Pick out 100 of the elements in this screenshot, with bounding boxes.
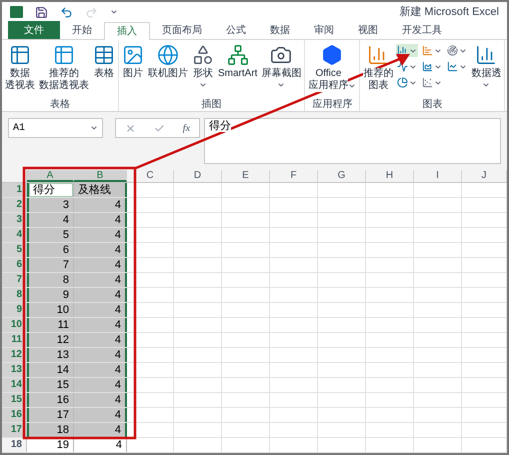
name-box[interactable]: A1 <box>8 118 103 138</box>
chart-type-button[interactable] <box>446 44 468 57</box>
undo-icon[interactable] <box>60 6 73 18</box>
ribbon-tab[interactable]: 页面布局 <box>150 21 214 39</box>
table-cell[interactable]: 4 <box>74 378 127 392</box>
column-header[interactable]: I <box>414 170 462 182</box>
ribbon-button[interactable]: 屏幕截图 <box>260 40 302 89</box>
column-header[interactable]: A <box>27 170 74 182</box>
ribbon-label: 表格 <box>94 68 114 80</box>
chart-type-button[interactable] <box>396 60 418 73</box>
ribbon-label: Office 应用程序 <box>308 68 348 92</box>
ribbon-button[interactable]: 数据 透视表 <box>4 40 36 92</box>
ribbon-tab[interactable]: 审阅 <box>302 21 346 39</box>
table-cell[interactable]: 4 <box>74 423 127 437</box>
ribbon-button[interactable]: 表格 <box>92 40 116 80</box>
ribbon-tab[interactable]: 开发工具 <box>390 21 454 39</box>
group-label: 插图 <box>200 98 223 111</box>
column-header[interactable]: H <box>366 170 414 182</box>
table-cell[interactable]: 5 <box>27 228 74 242</box>
table-cell[interactable]: 17 <box>27 408 74 422</box>
table-cell[interactable]: 4 <box>74 348 127 362</box>
table-cell[interactable]: 及格线 <box>74 183 127 197</box>
pie-chart-icon <box>397 76 408 89</box>
table-cell[interactable]: 18 <box>27 423 74 437</box>
ribbon-button[interactable]: 数据透 <box>470 40 502 89</box>
radar-chart-icon <box>446 44 458 57</box>
table-cell[interactable]: 11 <box>27 318 74 332</box>
table-cell[interactable]: 4 <box>74 333 127 347</box>
group-label: 图表 <box>421 98 444 111</box>
pivot-table-icon <box>9 44 31 66</box>
ribbon-tab[interactable]: 开始 <box>60 21 104 39</box>
chart-type-button[interactable] <box>396 76 418 89</box>
ribbon-button[interactable]: Office 应用程序 <box>307 40 358 92</box>
bar-chart-icon <box>422 44 434 57</box>
column-header[interactable]: C <box>127 170 174 182</box>
row-header[interactable]: 18 <box>2 438 27 452</box>
table-cell[interactable]: 15 <box>27 378 74 392</box>
table-cell[interactable]: 8 <box>27 273 74 287</box>
table-cell[interactable]: 3 <box>27 198 74 212</box>
ribbon-tab[interactable]: 视图 <box>346 21 390 39</box>
table-cell[interactable]: 4 <box>74 228 127 242</box>
column-header[interactable]: G <box>318 170 366 182</box>
window-title: 新建 Microsoft Excel <box>399 4 499 20</box>
ribbon-button[interactable]: SmartArt <box>217 40 258 80</box>
ribbon-label: 屏幕截图 <box>261 68 302 80</box>
ribbon-button[interactable]: 联机图片 <box>147 40 189 80</box>
table-cell[interactable]: 6 <box>27 243 74 257</box>
table-icon <box>93 44 115 66</box>
table-cell[interactable]: 4 <box>27 213 74 227</box>
caret-icon <box>90 124 98 132</box>
chart-type-button[interactable] <box>446 60 468 73</box>
table-cell[interactable]: 4 <box>74 408 127 422</box>
save-icon[interactable] <box>35 6 48 18</box>
cancel-icon[interactable] <box>124 122 136 134</box>
table-cell[interactable]: 得分 <box>27 183 74 197</box>
ribbon-tab[interactable]: 插入 <box>104 22 150 40</box>
ribbon-button[interactable]: 形状 <box>191 40 215 89</box>
table-cell[interactable]: 4 <box>74 213 127 227</box>
table-cell[interactable]: 16 <box>27 393 74 407</box>
table-cell[interactable]: 4 <box>74 273 127 287</box>
table-cell[interactable]: 4 <box>74 243 127 257</box>
combo-chart-icon <box>446 60 458 73</box>
line-chart-icon <box>397 60 408 73</box>
area-chart-icon <box>422 60 434 73</box>
table-cell[interactable]: 13 <box>27 348 74 362</box>
ribbon-label: 图片 <box>123 68 143 80</box>
table-cell[interactable]: 4 <box>74 318 127 332</box>
table-cell[interactable]: 4 <box>74 288 127 302</box>
picture-icon <box>122 44 144 66</box>
table-cell[interactable]: 4 <box>74 393 127 407</box>
chart-type-button[interactable] <box>421 44 444 57</box>
table-cell[interactable]: 4 <box>74 258 127 272</box>
ribbon-button[interactable]: 推荐的 图表 <box>362 40 394 92</box>
enter-icon[interactable] <box>154 122 165 134</box>
column-header[interactable]: B <box>74 170 127 182</box>
column-header[interactable]: D <box>174 170 222 182</box>
table-cell[interactable]: 14 <box>27 363 74 377</box>
ribbon-tab[interactable]: 公式 <box>214 21 258 39</box>
bar-chart-icon <box>475 44 498 66</box>
table-cell[interactable]: 9 <box>27 288 74 302</box>
ribbon-button[interactable]: 图片 <box>121 40 145 80</box>
ribbon-label: 推荐的 数据透视表 <box>39 68 89 92</box>
table-cell[interactable]: 7 <box>27 258 74 272</box>
ribbon-button[interactable]: 推荐的 数据透视表 <box>38 40 90 92</box>
function-icon[interactable]: fx <box>182 120 190 136</box>
table-cell[interactable]: 4 <box>74 303 127 317</box>
formula-text: 得分 <box>209 120 231 132</box>
ribbon-label: 形状 <box>193 68 213 80</box>
column-header[interactable]: F <box>270 170 318 182</box>
table-cell[interactable]: 12 <box>27 333 74 347</box>
column-header[interactable]: E <box>222 170 270 182</box>
file-tab[interactable]: 文件 <box>8 21 60 39</box>
chart-type-button[interactable] <box>421 76 444 89</box>
formula-field[interactable]: 得分 <box>204 118 501 164</box>
chart-type-button[interactable] <box>421 60 444 73</box>
table-cell[interactable]: 10 <box>27 303 74 317</box>
ribbon-tab[interactable]: 数据 <box>258 21 302 39</box>
table-cell[interactable]: 4 <box>74 363 127 377</box>
column-header[interactable]: J <box>462 170 507 182</box>
table-cell[interactable]: 4 <box>74 198 127 212</box>
